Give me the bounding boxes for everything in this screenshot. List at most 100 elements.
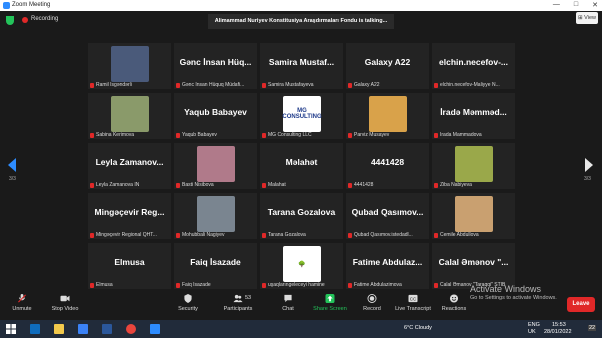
participant-tile[interactable]: Ramil İsgəndərli	[88, 43, 171, 89]
participant-name-text: 4441428	[354, 182, 374, 188]
participant-display-name: Elmusa	[114, 257, 145, 267]
participant-tile[interactable]: elchin.necefov-... elchin.necefov-Maliyye…	[432, 43, 515, 89]
participant-tile[interactable]: Məlahət Malahat	[260, 143, 343, 189]
language-indicator[interactable]: ENG	[528, 322, 540, 328]
participant-tile[interactable]: Mohubbali Nagiyev	[174, 193, 257, 239]
participant-tile[interactable]: Faiq İsazade Faiq İsazade	[174, 243, 257, 289]
file-explorer-icon[interactable]	[54, 324, 64, 334]
participant-display-name: İradə Məmməd...	[440, 107, 507, 117]
participant-tile[interactable]: Ziba Nabiyeva	[432, 143, 515, 189]
participant-name-label: Elmusa	[90, 282, 169, 288]
maximize-button[interactable]: □	[574, 1, 578, 9]
participant-tile[interactable]: Parviz Musayev	[346, 93, 429, 139]
unmute-label: Unmute	[12, 306, 32, 312]
outlook-icon[interactable]	[30, 324, 40, 334]
muted-mic-icon	[348, 132, 352, 138]
weather-widget[interactable]: 6°C Cloudy	[404, 325, 432, 331]
participant-tile[interactable]: Galaxy A22 Galaxy A22	[346, 43, 429, 89]
chat-button[interactable]: Chat	[266, 294, 310, 312]
view-label: View	[584, 15, 596, 21]
minimize-button[interactable]: —	[553, 1, 560, 9]
watermark-title: Activate Windows	[470, 284, 542, 294]
participant-tile[interactable]: Qubad Qasımov... Qubad Qasımov.istedadl..…	[346, 193, 429, 239]
participant-name-text: Malahat	[268, 182, 286, 188]
clock-time[interactable]: 15:53	[552, 322, 566, 328]
participant-name-label: Yaqub Babayev	[176, 132, 255, 138]
participant-name-label: Parviz Musayev	[348, 132, 427, 138]
svg-text:CC: CC	[410, 296, 417, 301]
participant-tile[interactable]: Cemile Abdullova	[432, 193, 515, 239]
chrome-icon[interactable]	[126, 324, 136, 334]
participant-name-text: uşaqlarıngeleceyi hamine	[268, 282, 325, 288]
windows-start-icon[interactable]	[6, 324, 16, 334]
participant-name-label: Samira Mustafayeva	[262, 82, 341, 88]
close-button[interactable]: ✕	[592, 1, 598, 9]
participant-tile[interactable]: Calal Əmənov "... Calal Əmanov "Taraqqi" …	[432, 243, 515, 289]
participant-display-name: Tarana Gozalova	[267, 207, 336, 217]
muted-mic-icon	[90, 132, 94, 138]
participant-tile[interactable]: Sabina Kerimova	[88, 93, 171, 139]
participant-tile[interactable]: Fatime Abdulaz... Fatime Abdulazimova	[346, 243, 429, 289]
next-page-arrow-icon[interactable]	[585, 158, 593, 172]
share-screen-icon	[325, 294, 335, 303]
muted-mic-icon	[434, 132, 438, 138]
record-button[interactable]: Record	[350, 294, 394, 312]
live-transcript-button[interactable]: CC Live Transcript	[391, 294, 435, 312]
security-button[interactable]: Security	[166, 294, 210, 312]
participant-name-label: Basti Nisibova	[176, 182, 255, 188]
view-button[interactable]: ⊞ View	[576, 12, 598, 24]
participant-tile[interactable]: Leyla Zamanov... Leyla Zamanova İN	[88, 143, 171, 189]
previous-page-arrow-icon[interactable]	[8, 158, 16, 172]
muted-mic-icon	[348, 282, 352, 288]
muted-mic-icon	[262, 82, 266, 88]
participant-tile[interactable]: İradə Məmməd... İrada Mammadova	[432, 93, 515, 139]
participant-tile[interactable]: 4441428 4441428	[346, 143, 429, 189]
participant-tile[interactable]: Basti Nisibova	[174, 143, 257, 189]
participants-button[interactable]: Participants	[216, 294, 260, 312]
mail-icon[interactable]	[78, 324, 88, 334]
participant-name-label: Galaxy A22	[348, 82, 427, 88]
reactions-label: Reactions	[441, 306, 467, 312]
muted-mic-icon	[176, 132, 180, 138]
participant-name-text: Galaxy A22	[354, 82, 380, 88]
participant-photo: 🌳	[283, 246, 321, 282]
muted-mic-icon	[348, 82, 352, 88]
muted-mic-icon	[434, 182, 438, 188]
participant-name-label: 4441428	[348, 182, 427, 188]
participant-tile[interactable]: Gənc İnsan Hüq... Gənc İnsan Hüquq Müdafi…	[174, 43, 257, 89]
participant-tile[interactable]: Elmusa Elmusa	[88, 243, 171, 289]
page-indicator-left: 3/3	[9, 176, 16, 182]
word-icon[interactable]	[102, 324, 112, 334]
participant-photo	[197, 196, 235, 232]
muted-mic-icon	[176, 232, 180, 238]
page-indicator-right: 3/3	[584, 176, 591, 182]
participants-label: Participants	[223, 306, 253, 312]
zoom-taskbar-icon[interactable]	[150, 324, 160, 334]
participant-name-text: MG Consulting LLC	[268, 132, 312, 138]
participant-tile[interactable]: Mingəçevir Reg... Mingəçevir Regional QHT…	[88, 193, 171, 239]
participant-tile[interactable]: MG CONSULTING MG Consulting LLC	[260, 93, 343, 139]
participant-name-label: Mingəçevir Regional QHT...	[90, 232, 169, 238]
participant-tile[interactable]: 🌳 uşaqlarıngeleceyi hamine	[260, 243, 343, 289]
security-shield-icon[interactable]	[6, 16, 14, 25]
participant-display-name: Leyla Zamanov...	[95, 157, 164, 167]
participant-tile[interactable]: Yaqub Babayev Yaqub Babayev	[174, 93, 257, 139]
participant-photo	[111, 96, 149, 132]
share-screen-button[interactable]: Share Screen	[308, 294, 352, 312]
unmute-button[interactable]: Unmute	[0, 294, 44, 312]
participant-photo	[111, 46, 149, 82]
participant-name-label: uşaqlarıngeleceyi hamine	[262, 282, 341, 288]
participant-display-name: Fatime Abdulaz...	[352, 257, 423, 267]
stop-video-button[interactable]: Stop Video	[43, 294, 87, 312]
participant-name-label: Gənc İnsan Hüquq Müdafi...	[176, 82, 255, 88]
participant-name-text: Parviz Musayev	[354, 132, 390, 138]
recording-label[interactable]: Recording	[31, 16, 58, 22]
language-region: UK	[528, 329, 536, 335]
muted-mic-icon	[434, 282, 438, 288]
muted-mic-icon	[176, 82, 180, 88]
participant-tile[interactable]: Tarana Gozalova Tarana Gozalova	[260, 193, 343, 239]
notification-count-badge[interactable]: 22	[588, 325, 597, 331]
participant-tile[interactable]: Samira Mustaf... Samira Mustafayeva	[260, 43, 343, 89]
participant-name-text: elchin.necefov-Maliyye N...	[440, 82, 500, 88]
leave-button[interactable]: Leave	[567, 297, 595, 312]
